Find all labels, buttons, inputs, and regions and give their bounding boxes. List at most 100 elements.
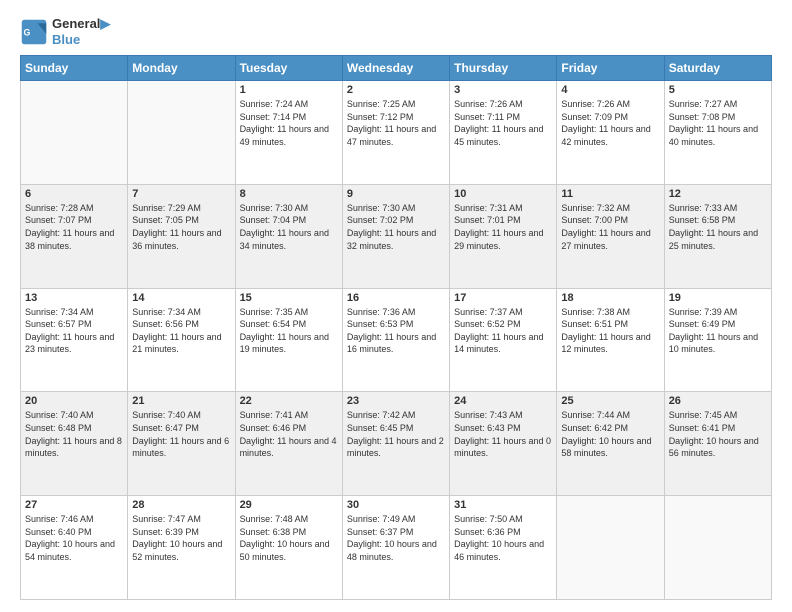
day-number: 4 <box>561 84 659 96</box>
logo: G General▶ Blue <box>20 16 110 47</box>
weekday-header-tuesday: Tuesday <box>235 56 342 81</box>
day-info: Sunrise: 7:24 AM Sunset: 7:14 PM Dayligh… <box>240 98 338 148</box>
day-number: 7 <box>132 188 230 200</box>
day-number: 24 <box>454 395 552 407</box>
day-info: Sunrise: 7:38 AM Sunset: 6:51 PM Dayligh… <box>561 306 659 356</box>
day-info: Sunrise: 7:43 AM Sunset: 6:43 PM Dayligh… <box>454 409 552 459</box>
page: G General▶ Blue SundayMondayTuesdayWedne… <box>0 0 792 612</box>
day-info: Sunrise: 7:27 AM Sunset: 7:08 PM Dayligh… <box>669 98 767 148</box>
header: G General▶ Blue <box>20 16 772 47</box>
day-number: 31 <box>454 499 552 511</box>
calendar-cell: 27 Sunrise: 7:46 AM Sunset: 6:40 PM Dayli… <box>21 496 128 600</box>
weekday-header-monday: Monday <box>128 56 235 81</box>
logo-text: General▶ Blue <box>52 16 110 47</box>
day-info: Sunrise: 7:32 AM Sunset: 7:00 PM Dayligh… <box>561 202 659 252</box>
weekday-header-wednesday: Wednesday <box>342 56 449 81</box>
calendar-week-2: 13 Sunrise: 7:34 AM Sunset: 6:57 PM Dayli… <box>21 288 772 392</box>
day-number: 11 <box>561 188 659 200</box>
day-info: Sunrise: 7:25 AM Sunset: 7:12 PM Dayligh… <box>347 98 445 148</box>
calendar-cell: 14 Sunrise: 7:34 AM Sunset: 6:56 PM Dayli… <box>128 288 235 392</box>
day-number: 3 <box>454 84 552 96</box>
calendar-cell: 22 Sunrise: 7:41 AM Sunset: 6:46 PM Dayli… <box>235 392 342 496</box>
day-info: Sunrise: 7:40 AM Sunset: 6:48 PM Dayligh… <box>25 409 123 459</box>
day-info: Sunrise: 7:30 AM Sunset: 7:04 PM Dayligh… <box>240 202 338 252</box>
logo-line1: General▶ <box>52 16 110 32</box>
day-info: Sunrise: 7:46 AM Sunset: 6:40 PM Dayligh… <box>25 513 123 563</box>
calendar-cell: 29 Sunrise: 7:48 AM Sunset: 6:38 PM Dayli… <box>235 496 342 600</box>
day-info: Sunrise: 7:45 AM Sunset: 6:41 PM Dayligh… <box>669 409 767 459</box>
calendar-cell: 17Sunrise: 7:37 AM Sunset: 6:52 PM Dayli… <box>450 288 557 392</box>
calendar-cell: 7 Sunrise: 7:29 AM Sunset: 7:05 PM Daylig… <box>128 184 235 288</box>
calendar-cell: 9 Sunrise: 7:30 AM Sunset: 7:02 PM Daylig… <box>342 184 449 288</box>
day-number: 18 <box>561 292 659 304</box>
day-info: Sunrise: 7:50 AM Sunset: 6:36 PM Dayligh… <box>454 513 552 563</box>
logo-line2: Blue <box>52 32 110 47</box>
calendar-cell: 11 Sunrise: 7:32 AM Sunset: 7:00 PM Dayli… <box>557 184 664 288</box>
day-number: 6 <box>25 188 123 200</box>
calendar-cell: 20 Sunrise: 7:40 AM Sunset: 6:48 PM Dayli… <box>21 392 128 496</box>
day-number: 16 <box>347 292 445 304</box>
day-info: Sunrise: 7:30 AM Sunset: 7:02 PM Dayligh… <box>347 202 445 252</box>
day-info: Sunrise: 7:35 AM Sunset: 6:54 PM Dayligh… <box>240 306 338 356</box>
calendar-table: SundayMondayTuesdayWednesdayThursdayFrid… <box>20 55 772 600</box>
day-number: 13 <box>25 292 123 304</box>
weekday-header-thursday: Thursday <box>450 56 557 81</box>
calendar-cell: 12Sunrise: 7:33 AM Sunset: 6:58 PM Dayli… <box>664 184 771 288</box>
calendar-cell <box>21 81 128 185</box>
calendar-week-0: 1 Sunrise: 7:24 AM Sunset: 7:14 PM Daylig… <box>21 81 772 185</box>
calendar-cell: 13 Sunrise: 7:34 AM Sunset: 6:57 PM Dayli… <box>21 288 128 392</box>
calendar-body: 1 Sunrise: 7:24 AM Sunset: 7:14 PM Daylig… <box>21 81 772 600</box>
calendar-week-1: 6 Sunrise: 7:28 AM Sunset: 7:07 PM Daylig… <box>21 184 772 288</box>
day-info: Sunrise: 7:49 AM Sunset: 6:37 PM Dayligh… <box>347 513 445 563</box>
day-number: 21 <box>132 395 230 407</box>
calendar-cell: 6 Sunrise: 7:28 AM Sunset: 7:07 PM Daylig… <box>21 184 128 288</box>
day-number: 25 <box>561 395 659 407</box>
day-info: Sunrise: 7:26 AM Sunset: 7:11 PM Dayligh… <box>454 98 552 148</box>
calendar-header-row: SundayMondayTuesdayWednesdayThursdayFrid… <box>21 56 772 81</box>
day-info: Sunrise: 7:42 AM Sunset: 6:45 PM Dayligh… <box>347 409 445 459</box>
day-number: 22 <box>240 395 338 407</box>
day-number: 8 <box>240 188 338 200</box>
day-info: Sunrise: 7:44 AM Sunset: 6:42 PM Dayligh… <box>561 409 659 459</box>
day-info: Sunrise: 7:29 AM Sunset: 7:05 PM Dayligh… <box>132 202 230 252</box>
calendar-cell: 30Sunrise: 7:49 AM Sunset: 6:37 PM Dayli… <box>342 496 449 600</box>
day-number: 28 <box>132 499 230 511</box>
day-number: 26 <box>669 395 767 407</box>
day-number: 2 <box>347 84 445 96</box>
day-info: Sunrise: 7:40 AM Sunset: 6:47 PM Dayligh… <box>132 409 230 459</box>
calendar-cell <box>664 496 771 600</box>
calendar-cell: 8 Sunrise: 7:30 AM Sunset: 7:04 PM Daylig… <box>235 184 342 288</box>
calendar-cell: 3 Sunrise: 7:26 AM Sunset: 7:11 PM Daylig… <box>450 81 557 185</box>
calendar-cell: 26 Sunrise: 7:45 AM Sunset: 6:41 PM Dayli… <box>664 392 771 496</box>
day-number: 1 <box>240 84 338 96</box>
calendar-cell: 28Sunrise: 7:47 AM Sunset: 6:39 PM Dayli… <box>128 496 235 600</box>
day-info: Sunrise: 7:41 AM Sunset: 6:46 PM Dayligh… <box>240 409 338 459</box>
day-number: 17 <box>454 292 552 304</box>
day-info: Sunrise: 7:48 AM Sunset: 6:38 PM Dayligh… <box>240 513 338 563</box>
day-number: 9 <box>347 188 445 200</box>
day-info: Sunrise: 7:33 AM Sunset: 6:58 PM Dayligh… <box>669 202 767 252</box>
day-info: Sunrise: 7:34 AM Sunset: 6:56 PM Dayligh… <box>132 306 230 356</box>
calendar-cell: 18 Sunrise: 7:38 AM Sunset: 6:51 PM Dayli… <box>557 288 664 392</box>
calendar-cell: 5Sunrise: 7:27 AM Sunset: 7:08 PM Daylig… <box>664 81 771 185</box>
day-info: Sunrise: 7:39 AM Sunset: 6:49 PM Dayligh… <box>669 306 767 356</box>
day-info: Sunrise: 7:34 AM Sunset: 6:57 PM Dayligh… <box>25 306 123 356</box>
day-info: Sunrise: 7:26 AM Sunset: 7:09 PM Dayligh… <box>561 98 659 148</box>
day-number: 29 <box>240 499 338 511</box>
calendar-cell: 10Sunrise: 7:31 AM Sunset: 7:01 PM Dayli… <box>450 184 557 288</box>
weekday-header-sunday: Sunday <box>21 56 128 81</box>
day-number: 10 <box>454 188 552 200</box>
day-number: 14 <box>132 292 230 304</box>
svg-text:G: G <box>24 27 31 37</box>
logo-icon: G <box>20 18 48 46</box>
calendar-cell: 16Sunrise: 7:36 AM Sunset: 6:53 PM Dayli… <box>342 288 449 392</box>
calendar-cell: 21 Sunrise: 7:40 AM Sunset: 6:47 PM Dayli… <box>128 392 235 496</box>
weekday-header-saturday: Saturday <box>664 56 771 81</box>
day-number: 20 <box>25 395 123 407</box>
weekday-header-friday: Friday <box>557 56 664 81</box>
day-number: 27 <box>25 499 123 511</box>
calendar-cell <box>128 81 235 185</box>
day-info: Sunrise: 7:28 AM Sunset: 7:07 PM Dayligh… <box>25 202 123 252</box>
calendar-cell: 25 Sunrise: 7:44 AM Sunset: 6:42 PM Dayli… <box>557 392 664 496</box>
calendar-cell <box>557 496 664 600</box>
